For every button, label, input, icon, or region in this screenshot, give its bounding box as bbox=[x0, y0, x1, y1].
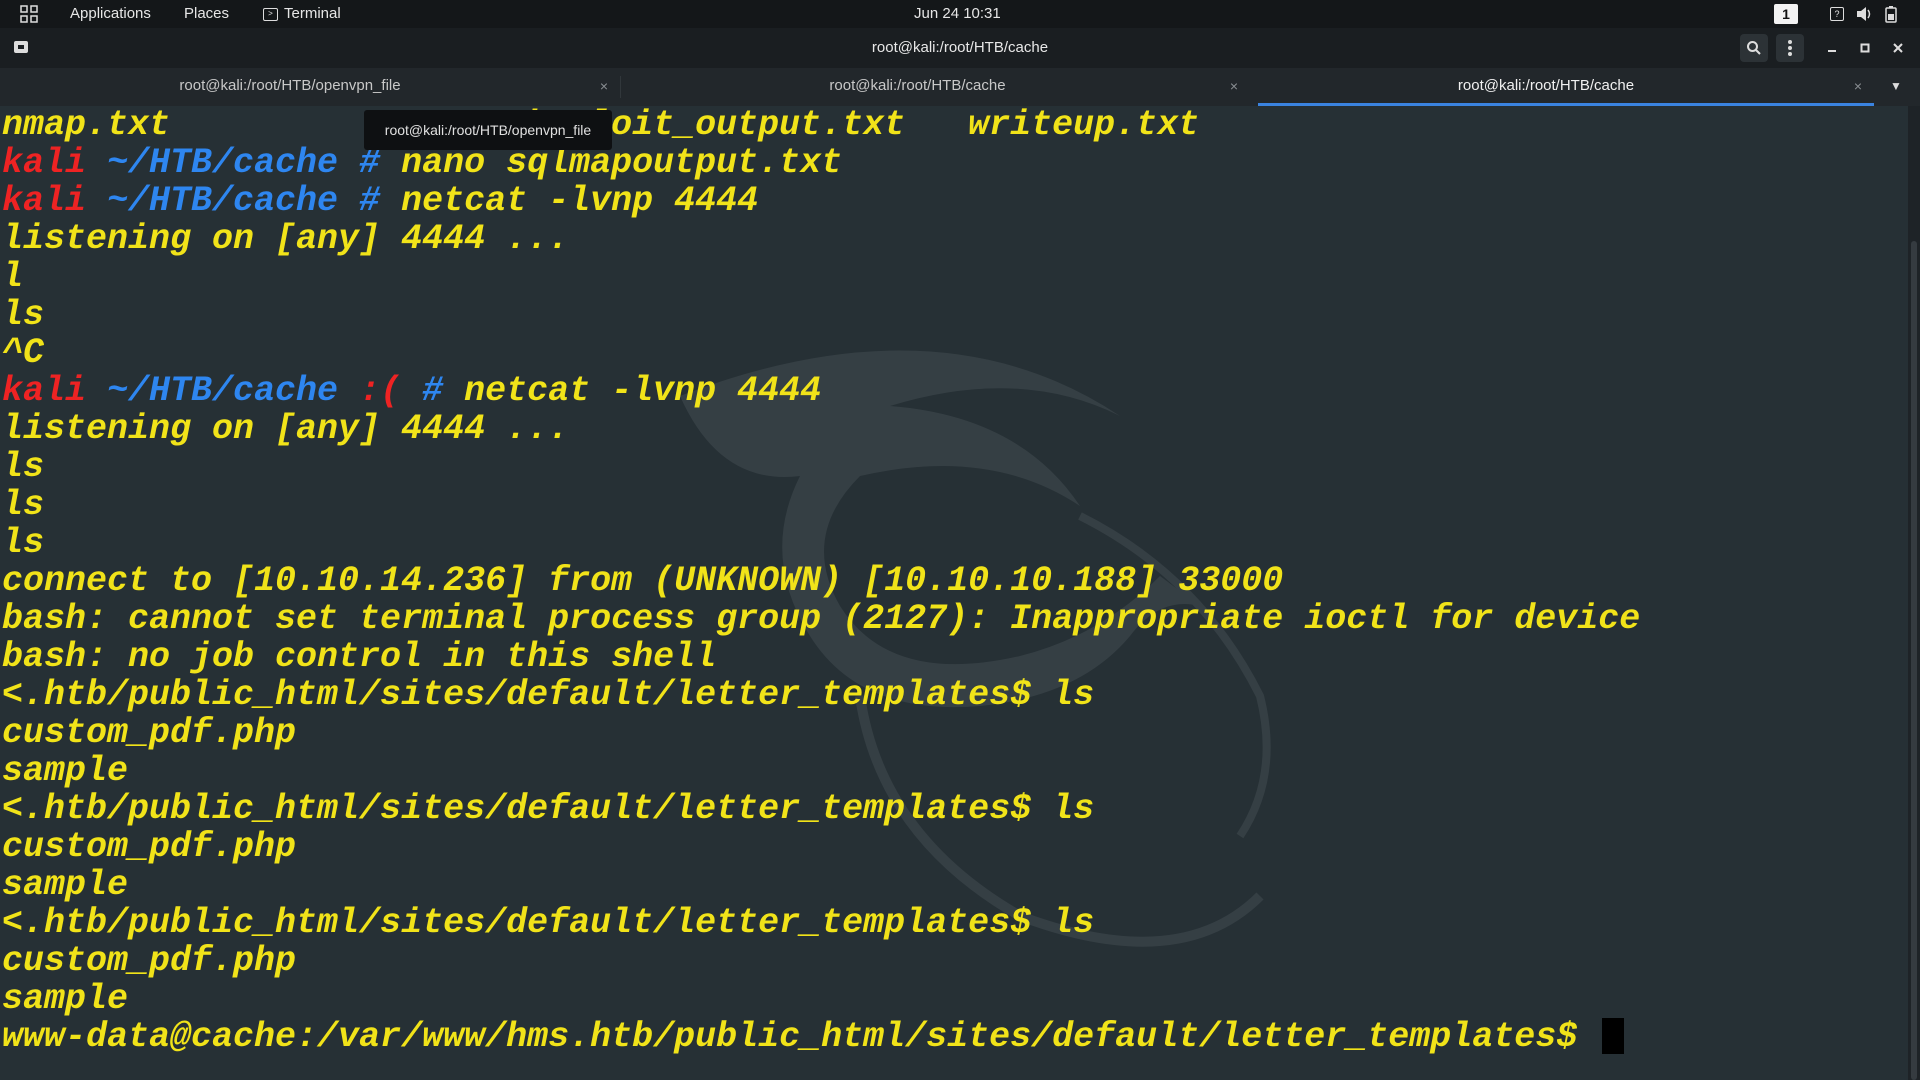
top-panel: Applications Places > Terminal Jun 24 10:… bbox=[0, 0, 1920, 28]
output-text: <.htb/public_html/sites/default/letter_t… bbox=[2, 903, 1095, 943]
prompt-path: ~/HTB/cache bbox=[86, 371, 360, 411]
tab-close-icon[interactable]: × bbox=[600, 68, 608, 104]
output-text: <.htb/public_html/sites/default/letter_t… bbox=[2, 789, 1095, 829]
terminal-line: <.htb/public_html/sites/default/letter_t… bbox=[2, 904, 1640, 942]
scrollbar-thumb[interactable] bbox=[1911, 241, 1917, 1080]
minimize-icon[interactable] bbox=[1818, 34, 1846, 62]
prompt-error-face: :( bbox=[359, 371, 423, 411]
output-text: <.htb/public_html/sites/default/letter_t… bbox=[2, 675, 1095, 715]
terminal-line: ls bbox=[2, 448, 1640, 486]
prompt-hash: # bbox=[422, 371, 444, 411]
battery-icon[interactable] bbox=[1885, 0, 1897, 28]
terminal-line: kali ~/HTB/cache # netcat -lvnp 4444 bbox=[2, 182, 1640, 220]
window-titlebar: root@kali:/root/HTB/cache bbox=[0, 28, 1920, 68]
output-text: ^C bbox=[2, 333, 45, 373]
terminal-line: <.htb/public_html/sites/default/letter_t… bbox=[2, 790, 1640, 828]
terminal-line: custom_pdf.php bbox=[2, 942, 1640, 980]
prompt-user: kali bbox=[2, 181, 87, 221]
output-text: custom_pdf.php bbox=[2, 713, 297, 753]
output-text: ls bbox=[2, 295, 45, 335]
terminal-line: sample bbox=[2, 752, 1640, 790]
prompt-hash: # bbox=[359, 181, 381, 221]
menu-kebab-icon[interactable] bbox=[1776, 34, 1804, 62]
terminal-line: connect to [10.10.14.236] from (UNKNOWN)… bbox=[2, 562, 1640, 600]
search-icon[interactable] bbox=[1740, 34, 1768, 62]
clock[interactable]: Jun 24 10:31 bbox=[914, 0, 1001, 28]
prompt-command: netcat -lvnp 4444 bbox=[443, 371, 822, 411]
output-text: sample bbox=[2, 751, 129, 791]
output-text: custom_pdf.php bbox=[2, 827, 297, 867]
terminal-app-menu[interactable]: > Terminal bbox=[263, 0, 341, 28]
output-text: custom_pdf.php bbox=[2, 941, 297, 981]
tab-close-icon[interactable]: × bbox=[1230, 68, 1238, 104]
output-text: ls bbox=[2, 523, 45, 563]
output-text: listening on [any] 4444 ... bbox=[2, 409, 570, 449]
close-window-icon[interactable] bbox=[1884, 34, 1912, 62]
terminal-line: bash: no job control in this shell bbox=[2, 638, 1640, 676]
tab-cache-1[interactable]: root@kali:/root/HTB/cache × bbox=[625, 68, 1250, 106]
tab-separator bbox=[620, 76, 621, 98]
terminal-line: ls bbox=[2, 296, 1640, 334]
prompt-command: netcat -lvnp 4444 bbox=[380, 181, 759, 221]
output-text: sample bbox=[2, 865, 129, 905]
terminal-line: custom_pdf.php bbox=[2, 828, 1640, 866]
window-title: root@kali:/root/HTB/cache bbox=[871, 39, 1049, 56]
terminal-line: listening on [any] 4444 ... bbox=[2, 220, 1640, 258]
tab-cache-2-active[interactable]: root@kali:/root/HTB/cache × bbox=[1258, 68, 1874, 106]
help-icon[interactable]: ? bbox=[1830, 0, 1844, 28]
applications-menu[interactable]: Applications bbox=[70, 0, 151, 28]
output-text: ls bbox=[2, 485, 45, 525]
output-text: bash: no job control in this shell bbox=[2, 637, 717, 677]
terminal-output: nmap.txt searchsploit_output.txt writeup… bbox=[2, 106, 1640, 1056]
terminal-line: sample bbox=[2, 866, 1640, 904]
terminal-line: custom_pdf.php bbox=[2, 714, 1640, 752]
prompt-user: kali bbox=[2, 371, 87, 411]
terminal-line: kali ~/HTB/cache # nano sqlmapoutput.txt bbox=[2, 144, 1640, 182]
tab-tooltip: root@kali:/root/HTB/openvpn_file bbox=[364, 110, 612, 150]
terminal-app-label: Terminal bbox=[284, 5, 341, 22]
output-text: l bbox=[2, 257, 24, 297]
workspace-indicator[interactable]: 1 bbox=[1774, 4, 1798, 24]
output-text: sample bbox=[2, 979, 129, 1019]
text-cursor bbox=[1602, 1018, 1625, 1054]
output-text: connect to [10.10.14.236] from (UNKNOWN)… bbox=[2, 561, 1284, 601]
app-grid-icon[interactable] bbox=[20, 0, 38, 28]
terminal-scrollbar[interactable] bbox=[1908, 106, 1920, 1080]
terminal-line: ls bbox=[2, 486, 1640, 524]
terminal-view[interactable]: nmap.txt searchsploit_output.txt writeup… bbox=[0, 106, 1908, 1080]
tab-bar: root@kali:/root/HTB/openvpn_file × root@… bbox=[0, 68, 1920, 107]
terminal-line: <.htb/public_html/sites/default/letter_t… bbox=[2, 676, 1640, 714]
terminal-line: bash: cannot set terminal process group … bbox=[2, 600, 1640, 638]
tab-close-icon[interactable]: × bbox=[1854, 68, 1862, 104]
terminal-line: ls bbox=[2, 524, 1640, 562]
output-text: www-data@cache:/var/www/hms.htb/public_h… bbox=[2, 1017, 1599, 1057]
output-text: ls bbox=[2, 447, 45, 487]
tab-label: root@kali:/root/HTB/cache bbox=[829, 77, 1006, 94]
terminal-line: sample bbox=[2, 980, 1640, 1018]
output-text: bash: cannot set terminal process group … bbox=[2, 599, 1641, 639]
terminal-line: listening on [any] 4444 ... bbox=[2, 410, 1640, 448]
prompt-path: ~/HTB/cache bbox=[86, 143, 360, 183]
terminal-line: www-data@cache:/var/www/hms.htb/public_h… bbox=[2, 1018, 1640, 1056]
maximize-icon[interactable] bbox=[1851, 34, 1879, 62]
tab-openvpn-file[interactable]: root@kali:/root/HTB/openvpn_file × bbox=[0, 68, 620, 106]
volume-icon[interactable] bbox=[1855, 0, 1873, 28]
prompt-user: kali bbox=[2, 143, 87, 183]
terminal-icon: > bbox=[263, 7, 278, 21]
output-text: listening on [any] 4444 ... bbox=[2, 219, 570, 259]
terminal-line: kali ~/HTB/cache :( # netcat -lvnp 4444 bbox=[2, 372, 1640, 410]
terminal-line: l bbox=[2, 258, 1640, 296]
prompt-path: ~/HTB/cache bbox=[86, 181, 360, 221]
places-menu[interactable]: Places bbox=[184, 0, 229, 28]
tab-label: root@kali:/root/HTB/cache bbox=[1457, 77, 1635, 94]
terminal-line: ^C bbox=[2, 334, 1640, 372]
tab-list-dropdown-icon[interactable]: ▼ bbox=[1890, 68, 1902, 104]
terminal-line: nmap.txt searchsploit_output.txt writeup… bbox=[2, 106, 1640, 144]
tab-label: root@kali:/root/HTB/openvpn_file bbox=[179, 77, 401, 94]
